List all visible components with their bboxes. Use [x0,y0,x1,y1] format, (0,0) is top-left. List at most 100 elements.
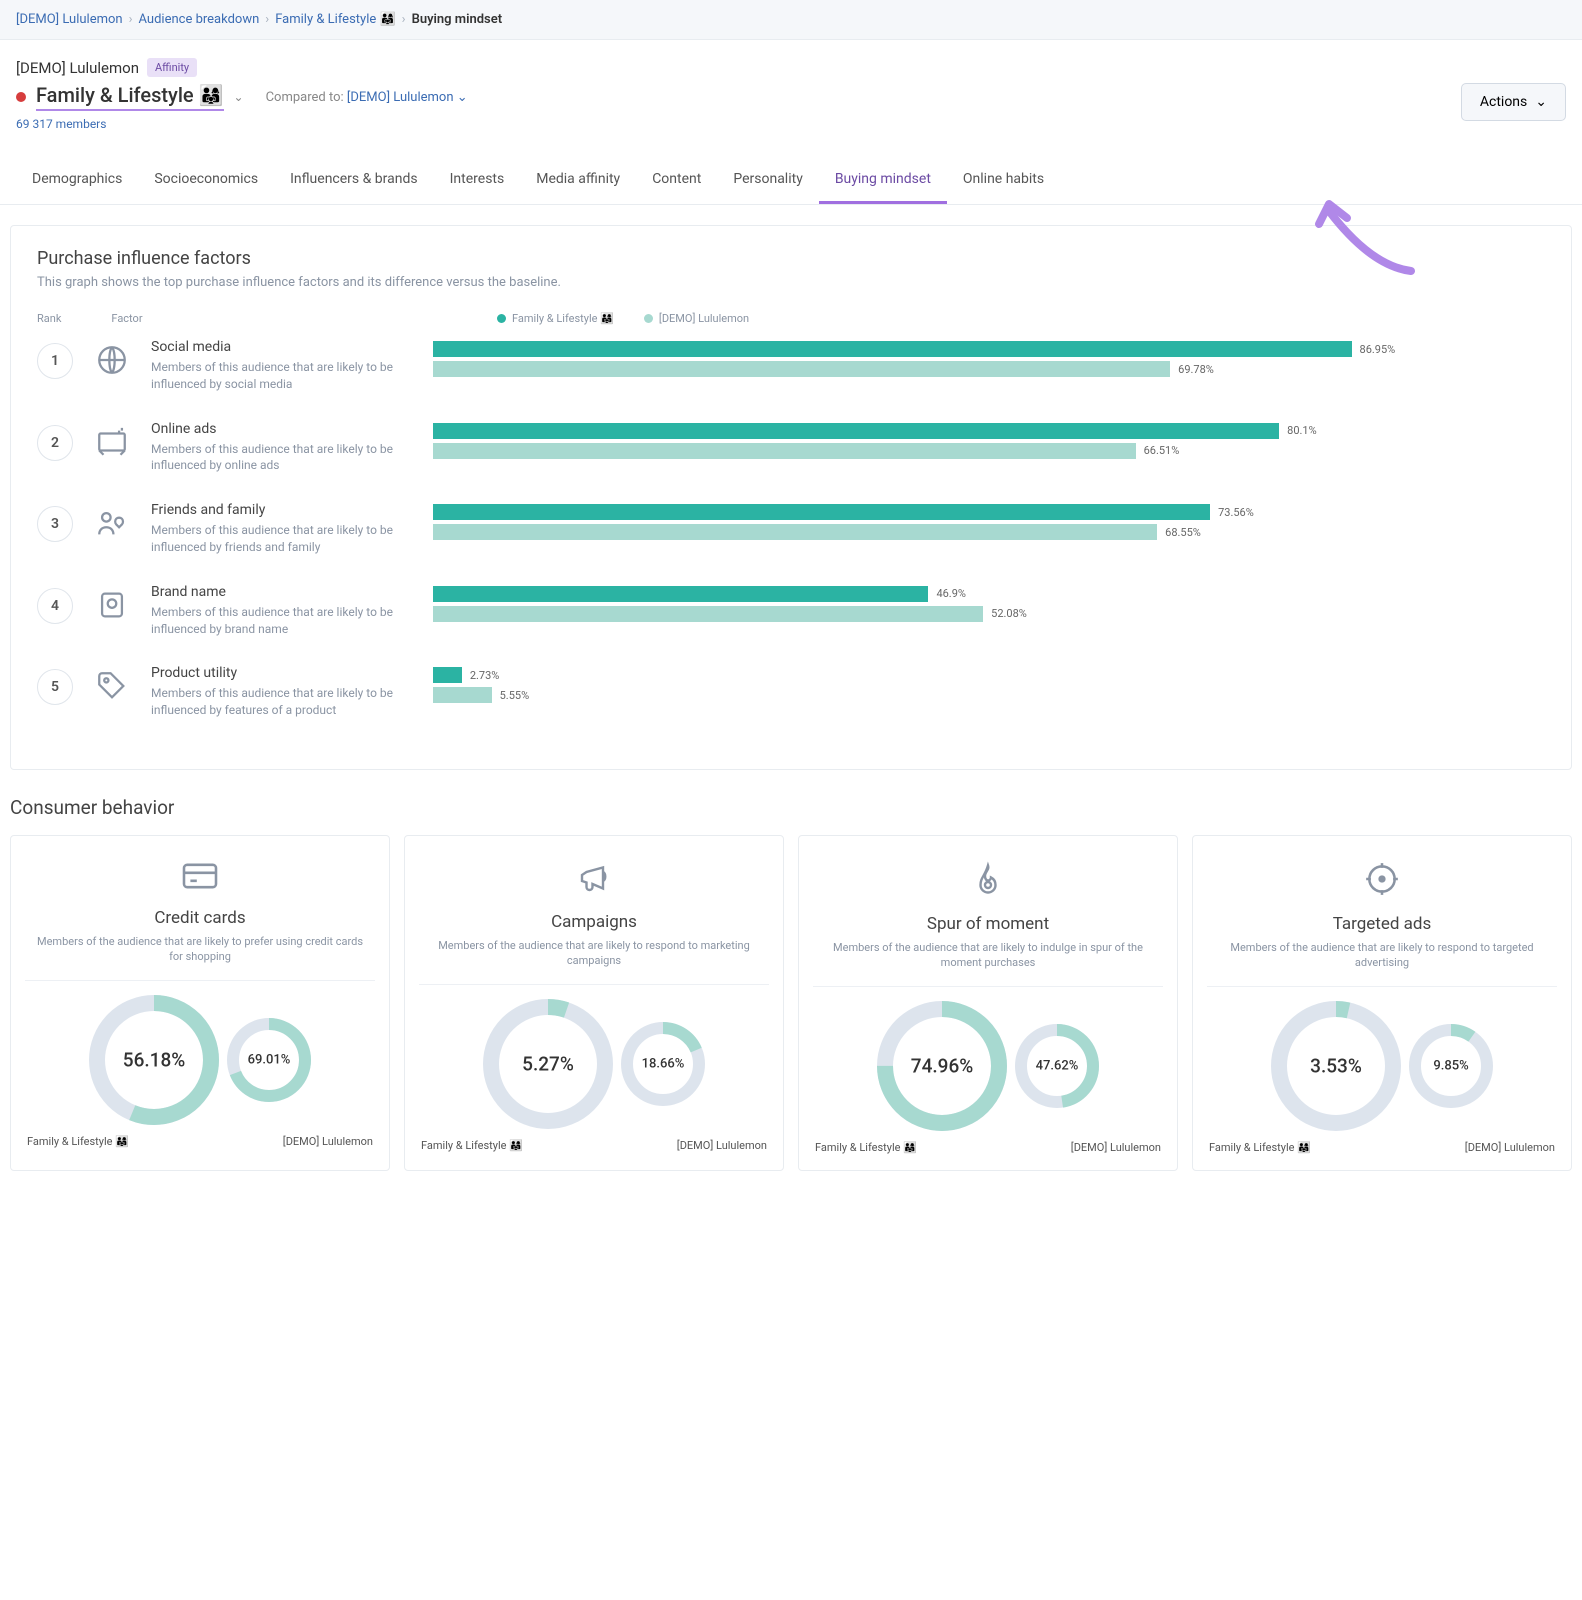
donut-label-a: Family & Lifestyle 👨‍👩‍👧 [421,1139,523,1152]
compared-to: Compared to: [DEMO] Lululemon ⌄ [266,90,468,105]
donut-label-b: [DEMO] Lululemon [1071,1141,1161,1154]
bar-secondary [433,443,1136,459]
tab-interests[interactable]: Interests [434,157,521,204]
breadcrumb: [DEMO] Lululemon › Audience breakdown › Fami… [0,0,1582,40]
bar-secondary [433,687,492,703]
rank-badge: 5 [37,669,73,705]
factor-icon [95,669,129,703]
tab-media-affinity[interactable]: Media affinity [520,157,636,204]
tab-online-habits[interactable]: Online habits [947,157,1060,204]
divider [813,986,1163,987]
bar-primary [433,586,928,602]
donut-value: 3.53% [1310,1054,1362,1077]
factor-bars: 46.9% 52.08% [433,584,1545,626]
donut-chart: 9.85% [1409,1024,1493,1108]
consumer-behavior-cards: Credit cards Members of the audience tha… [0,835,1582,1191]
arrow-annotation-icon [1311,196,1431,286]
donut-label-b: [DEMO] Lululemon [283,1135,373,1148]
chevron-right-icon: › [265,12,269,27]
tab-demographics[interactable]: Demographics [16,157,138,204]
bar-label: 46.9% [936,587,966,600]
purchase-influence-section: Purchase influence factors This graph sh… [10,225,1572,770]
divider [419,984,769,985]
bar-label: 86.95% [1360,343,1396,356]
factor-name: Brand name [151,584,411,600]
compared-dropdown[interactable]: [DEMO] Lululemon ⌄ [347,90,468,105]
bar-primary [433,667,462,683]
donut-chart: 74.96% [877,1001,1007,1131]
breadcrumb-link[interactable]: Audience breakdown [139,12,260,27]
factor-row: 3 Friends and familyMembers of this audi… [37,502,1545,556]
actions-button[interactable]: Actions⌄ [1461,83,1566,121]
section-subtitle: This graph shows the top purchase influe… [37,275,1545,290]
legend-swatch-icon [644,314,653,323]
rank-badge: 1 [37,343,73,379]
section-title: Purchase influence factors [37,248,1545,269]
donut-value: 69.01% [248,1052,291,1067]
card-title: Spur of moment [813,914,1163,934]
tab-influencers-brands[interactable]: Influencers & brands [274,157,434,204]
factor-bars: 80.1% 66.51% [433,421,1545,463]
factor-icon [95,343,129,377]
affinity-badge: Affinity [147,58,197,77]
member-count: 69 317 members [16,117,468,131]
card-desc: Members of the audience that are likely … [419,938,769,970]
factor-bars: 73.56% 68.55% [433,502,1545,544]
col-rank: Rank [37,312,61,325]
col-factor: Factor [111,312,142,325]
factor-icon [95,506,129,540]
tab-bar: DemographicsSocioeconomicsInfluencers & … [0,157,1582,205]
factor-icon [95,425,129,459]
donut-label-b: [DEMO] Lululemon [677,1139,767,1152]
flame-icon [813,860,1163,902]
factor-desc: Members of this audience that are likely… [151,359,411,393]
divider [1207,986,1557,987]
donut-chart: 3.53% [1271,1001,1401,1131]
audience-title[interactable]: Family & Lifestyle 👨‍👩‍👧 [36,83,224,111]
factor-name: Online ads [151,421,411,437]
behavior-card: Credit cards Members of the audience tha… [10,835,390,1171]
breadcrumb-link[interactable]: Family & Lifestyle 👨‍👩‍👧 [275,12,395,27]
factor-row: 5 Product utility Members of this audienc… [37,665,1545,719]
bar-label: 2.73% [470,669,500,682]
factor-desc: Members of this audience that are likely… [151,685,411,719]
behavior-card: Campaigns Members of the audience that a… [404,835,784,1171]
bar-secondary [433,524,1157,540]
donut-value: 5.27% [522,1052,574,1075]
factor-row: 1 Social mediaMembers of this audience t… [37,339,1545,393]
tab-buying-mindset[interactable]: Buying mindset [819,157,947,204]
donut-value: 47.62% [1036,1058,1079,1073]
card-desc: Members of the audience that are likely … [813,940,1163,972]
factor-row: 2 Online adsMembers of this audience tha… [37,421,1545,475]
factor-row: 4 Brand nameMembers of this audience tha… [37,584,1545,638]
behavior-card: Spur of moment Members of the audience t… [798,835,1178,1171]
donut-chart: 18.66% [621,1022,705,1106]
factor-desc: Members of this audience that are likely… [151,441,411,475]
bar-primary [433,504,1210,520]
bar-label: 68.55% [1165,526,1201,539]
donut-value: 74.96% [911,1054,973,1077]
target-icon [1207,860,1557,902]
donut-label-a: Family & Lifestyle 👨‍👩‍👧 [815,1141,917,1154]
card-title: Campaigns [419,912,769,932]
behavior-card: Targeted ads Members of the audience tha… [1192,835,1572,1171]
rank-badge: 3 [37,506,73,542]
tab-personality[interactable]: Personality [717,157,818,204]
breadcrumb-current: Buying mindset [412,12,503,27]
credit-card-icon [25,860,375,896]
tab-socioeconomics[interactable]: Socioeconomics [138,157,274,204]
chevron-down-icon: ⌄ [1535,94,1547,110]
chevron-down-icon[interactable]: ⌄ [234,90,244,104]
breadcrumb-link[interactable]: [DEMO] Lululemon [16,12,123,27]
bar-label: 80.1% [1287,424,1317,437]
rank-badge: 4 [37,588,73,624]
bar-label: 73.56% [1218,506,1254,519]
donut-chart: 5.27% [483,999,613,1129]
page-header: [DEMO] Lululemon Affinity Family & Lifes… [0,40,1582,139]
factor-name: Product utility [151,665,411,681]
bar-secondary [433,606,983,622]
tab-content[interactable]: Content [636,157,717,204]
card-desc: Members of the audience that are likely … [25,934,375,966]
chevron-right-icon: › [402,12,406,27]
donut-label-b: [DEMO] Lululemon [1465,1141,1555,1154]
